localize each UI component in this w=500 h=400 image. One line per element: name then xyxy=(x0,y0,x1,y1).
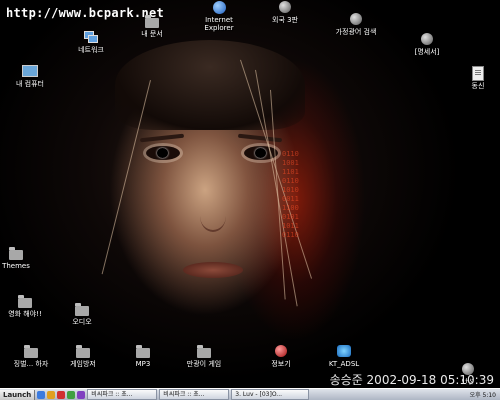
desktop-icon-network[interactable]: 네트워크 xyxy=(63,30,119,54)
icon-label: 내 문서 xyxy=(141,30,163,38)
icon-label: KT_ADSL xyxy=(328,360,360,368)
program-icon xyxy=(279,1,291,13)
desktop-icon-foreign[interactable]: 외국 3판 xyxy=(257,0,313,24)
wallpaper-brow-left xyxy=(139,133,185,143)
folder-icon xyxy=(197,344,211,358)
desktop-icon-themes[interactable]: Themes xyxy=(0,246,44,270)
icon-label: 내 컴퓨터 xyxy=(16,80,44,88)
wallpaper-brow-right xyxy=(237,133,283,143)
icon-label: 가정광어 검색 xyxy=(335,28,377,36)
icon-label: 네트워크 xyxy=(78,46,104,54)
wallpaper-code-texture: 0110 1001 1101 0110 1010 0011 1100 0101 1011 0110 xyxy=(282,150,299,239)
icon-label: 영화 해야!! xyxy=(8,310,42,318)
wallpaper-hair xyxy=(115,40,305,130)
desktop-icon-internet-explorer[interactable]: Internet Explorer xyxy=(191,0,247,32)
quicklaunch-app-icon[interactable] xyxy=(77,390,86,399)
document-icon xyxy=(472,65,484,81)
folder-icon xyxy=(9,246,23,260)
taskbar-clock[interactable]: 오후 5:10 xyxy=(466,390,500,399)
desktop: 0110 1001 1101 0110 1010 0011 1100 0101 1011 0110… xyxy=(0,0,500,400)
start-button[interactable]: Launch xyxy=(0,389,36,400)
program-icon xyxy=(350,13,362,25)
taskbar: Launch 비씨파크 :: 초... 비씨파크 :: 초... 3. Luv … xyxy=(0,388,500,400)
folder-icon xyxy=(76,344,90,358)
program-icon xyxy=(421,33,433,45)
icon-label: 징벌... 하자 xyxy=(13,360,49,368)
adsl-icon xyxy=(337,345,351,357)
desktop-icon-punishment[interactable]: 징벌... 하자 xyxy=(3,344,59,368)
icon-label: 오디오 xyxy=(72,318,92,326)
icon-label: Themes xyxy=(2,262,30,270)
desktop-icon-games-folder[interactable]: 게임방저 xyxy=(55,344,111,368)
desktop-icon-search[interactable]: 가정광어 검색 xyxy=(328,12,384,36)
desktop-icon-mangwang-game[interactable]: 만광이 게임 xyxy=(176,344,232,368)
icon-label: 만광이 게임 xyxy=(186,360,222,368)
folder-icon xyxy=(136,344,150,358)
taskbar-button[interactable]: 비씨파크 :: 초... xyxy=(159,389,230,400)
program-icon xyxy=(275,345,287,357)
icon-label: Internet Explorer xyxy=(204,16,234,32)
desktop-icon-mp3[interactable]: MP3 xyxy=(115,344,171,368)
icon-label: 게임방저 xyxy=(70,360,96,368)
taskbar-button[interactable]: 비씨파크 :: 초... xyxy=(87,389,158,400)
desktop-icon-my-computer[interactable]: 내 컴퓨터 xyxy=(2,64,58,88)
quicklaunch-media-icon[interactable] xyxy=(57,390,66,399)
folder-icon xyxy=(24,344,38,358)
icon-label: [명세서] xyxy=(414,48,440,56)
network-icon xyxy=(84,31,98,43)
desktop-icon-dongsin[interactable]: 동신 xyxy=(450,65,500,90)
desktop-icon-my-documents[interactable]: 내 문서 xyxy=(124,14,180,38)
icon-label: MP3 xyxy=(135,360,151,368)
quicklaunch-app-icon[interactable] xyxy=(67,390,76,399)
desktop-icon-audio[interactable]: 오디오 xyxy=(54,302,110,326)
wallpaper-eye-left xyxy=(146,146,180,160)
desktop-icon-kt-adsl[interactable]: KT_ADSL xyxy=(316,344,372,368)
folder-icon xyxy=(145,14,159,28)
desktop-icon-info[interactable]: 정보기 xyxy=(253,344,309,368)
taskbar-button[interactable]: 3. Luv - [03]O... xyxy=(231,389,310,400)
folder-icon xyxy=(75,302,89,316)
computer-icon xyxy=(22,65,38,77)
ie-icon xyxy=(212,0,226,14)
quicklaunch-ie-icon[interactable] xyxy=(37,390,46,399)
icon-label: 정보기 xyxy=(271,360,291,368)
wallpaper-lips xyxy=(183,262,243,278)
desktop-icon-movies[interactable]: 영화 해야!! xyxy=(0,294,53,318)
quicklaunch-folder-icon[interactable] xyxy=(47,390,56,399)
signature-timestamp: 송승준 2002-09-18 05:10:39 xyxy=(329,373,494,387)
desktop-icon-statement[interactable]: [명세서] xyxy=(399,32,455,56)
folder-icon xyxy=(18,294,32,308)
icon-label: 동신 xyxy=(471,82,485,90)
icon-label: 외국 3판 xyxy=(272,16,298,24)
wallpaper-nose xyxy=(200,200,226,232)
